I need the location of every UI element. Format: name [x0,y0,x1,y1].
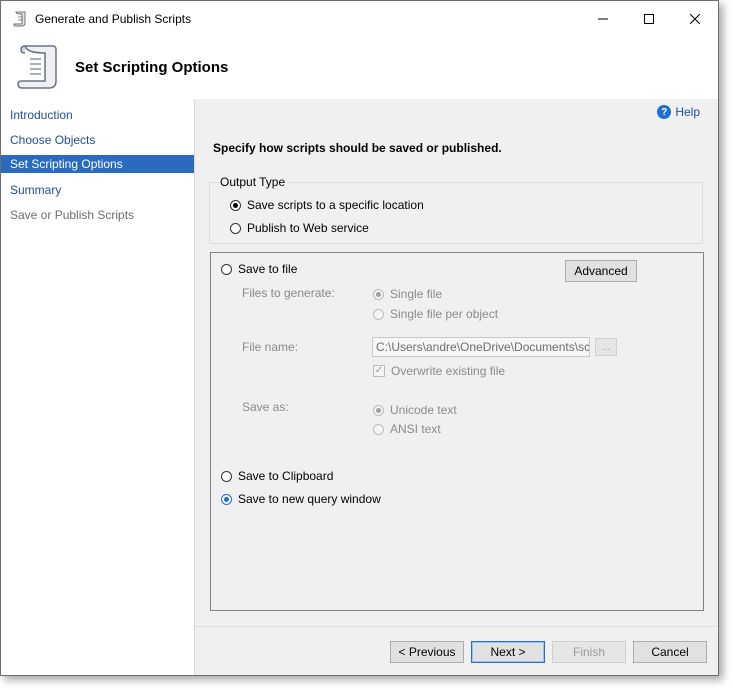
radio-save-scripts-location[interactable]: Save scripts to a specific location [230,198,424,212]
radio-dot [221,493,232,505]
nav-item-summary[interactable]: Summary [1,181,194,199]
radio-dot [230,222,241,234]
radio-dot [373,308,384,320]
nav-item-choose-objects[interactable]: Choose Objects [1,131,194,149]
nav-item-set-scripting-options[interactable]: Set Scripting Options [1,155,194,173]
radio-publish-web-service[interactable]: Publish to Web service [230,221,369,235]
dialog-window: Generate and Publish Scripts Set Scripti… [0,0,719,676]
minimize-button[interactable] [580,1,626,37]
file-name-input[interactable]: C:\Users\andre\OneDrive\Documents\script [372,337,590,357]
main-content: ? Help Specify how scripts should be sav… [195,99,718,675]
footer-divider [195,626,718,627]
files-to-generate-label: Files to generate: [242,286,335,300]
radio-label: Single file per object [390,307,499,321]
radio-dot [373,404,384,416]
wizard-nav: Introduction Choose Objects Set Scriptin… [1,99,195,675]
finish-button[interactable]: Finish [552,641,626,663]
radio-single-file[interactable]: Single file [373,287,442,301]
radio-dot [221,263,232,275]
previous-button[interactable]: < Previous [390,641,464,663]
page-title: Set Scripting Options [75,59,229,76]
output-type-group: Output Type Save scripts to a specific l… [209,175,703,244]
advanced-button[interactable]: Advanced [565,260,637,282]
help-label: Help [675,105,700,119]
browse-button[interactable]: ... [595,338,617,356]
maximize-icon [644,14,654,24]
radio-dot [373,423,384,435]
window-title: Generate and Publish Scripts [35,12,192,26]
help-link[interactable]: ? Help [657,105,700,119]
radio-dot [373,288,384,300]
scroll-icon [13,11,26,27]
radio-label: Publish to Web service [247,221,369,235]
cancel-button[interactable]: Cancel [633,641,707,663]
radio-ansi-text[interactable]: ANSI text [373,422,441,436]
file-name-label: File name: [242,340,299,354]
nav-item-introduction[interactable]: Introduction [1,106,194,124]
radio-label: Unicode text [390,403,457,417]
radio-label: Save to Clipboard [238,469,334,483]
minimize-icon [598,18,608,20]
radio-save-to-file[interactable]: Save to file [221,262,297,276]
overwrite-checkbox[interactable]: ✓ Overwrite existing file [373,364,505,378]
radio-label: Save to file [238,262,298,276]
radio-label: Single file [390,287,443,301]
output-type-legend: Output Type [218,175,288,189]
radio-label: ANSI text [390,422,441,436]
destination-panel: Save to file Advanced Files to generate:… [210,252,704,611]
scroll-icon [17,45,57,89]
help-icon: ? [657,105,672,119]
check-icon: ✓ [373,365,385,377]
close-button[interactable] [672,1,718,37]
save-as-label: Save as: [242,400,289,414]
page-header: Set Scripting Options [1,37,718,100]
next-button[interactable]: Next > [471,641,545,663]
radio-save-to-clipboard[interactable]: Save to Clipboard [221,469,333,483]
radio-single-file-per-object[interactable]: Single file per object [373,307,498,321]
checkbox-label: Overwrite existing file [391,364,506,378]
instruction-text: Specify how scripts should be saved or p… [213,141,502,155]
radio-save-to-query-window[interactable]: Save to new query window [221,492,381,506]
radio-dot [221,470,232,482]
radio-unicode-text[interactable]: Unicode text [373,403,457,417]
nav-item-save-or-publish: Save or Publish Scripts [10,208,135,222]
radio-label: Save to new query window [238,492,381,506]
maximize-button[interactable] [626,1,672,37]
title-bar[interactable]: Generate and Publish Scripts [1,1,718,37]
radio-dot [230,199,241,211]
close-icon [690,14,700,24]
radio-label: Save scripts to a specific location [247,198,424,212]
